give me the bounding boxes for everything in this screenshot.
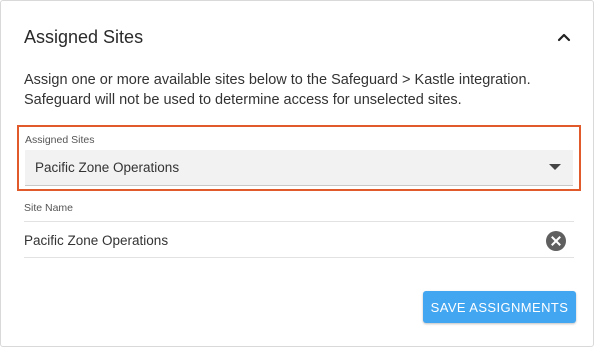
assigned-sites-select-value: Pacific Zone Operations — [35, 160, 180, 175]
caret-down-icon — [549, 164, 561, 170]
close-circle-icon[interactable] — [546, 231, 566, 251]
site-name-column-header: Site Name — [24, 202, 74, 214]
assigned-sites-panel: Assigned Sites Assign one or more availa… — [0, 0, 594, 347]
sites-table-header: Site Name — [24, 199, 574, 222]
assigned-sites-select[interactable]: Pacific Zone Operations — [25, 150, 573, 186]
panel-description: Assign one or more available sites below… — [24, 72, 531, 108]
table-row: Pacific Zone Operations — [24, 223, 574, 258]
panel-title: Assigned Sites — [24, 27, 144, 47]
assigned-sites-select-highlight: Assigned Sites Pacific Zone Operations — [17, 125, 581, 191]
panel-header: Assigned Sites — [24, 25, 574, 49]
save-assignments-button[interactable]: SAVE ASSIGNMENTS — [423, 291, 576, 323]
assigned-sites-select-label: Assigned Sites — [25, 134, 95, 146]
site-name-cell: Pacific Zone Operations — [24, 233, 169, 248]
chevron-up-icon[interactable] — [554, 27, 574, 47]
